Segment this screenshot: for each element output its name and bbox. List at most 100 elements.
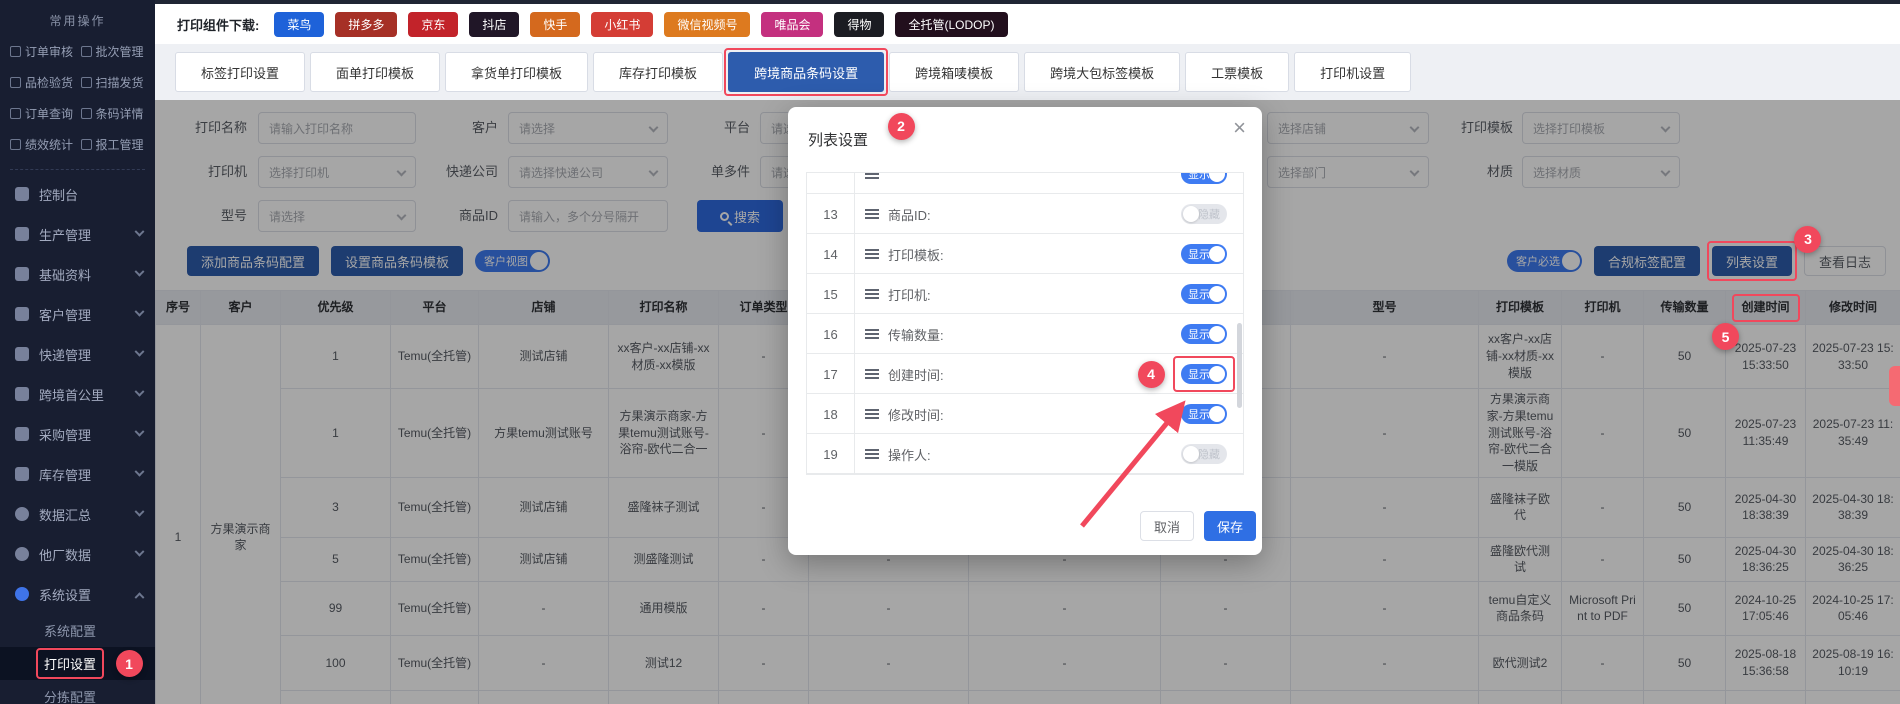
drag-handle-icon[interactable]: [865, 408, 879, 420]
quick-action-label: 批次管理: [95, 45, 144, 59]
quick-action-label: 订单查询: [25, 107, 74, 121]
column-toggle-row: 19 操作人: 隐藏: [807, 434, 1243, 474]
chevron-down-icon: [134, 306, 145, 317]
visibility-toggle[interactable]: 隐藏: [1181, 444, 1227, 464]
other-factory-icon: [15, 547, 29, 561]
tab-item[interactable]: 拿货单打印模板: [445, 52, 589, 92]
chevron-down-icon: [134, 546, 145, 557]
column-toggle-row: 14 打印模板: 显示: [807, 234, 1243, 274]
quick-action-item[interactable]: 批次管理: [80, 43, 152, 60]
sidebar-item[interactable]: 采购管理: [0, 414, 155, 454]
column-name-label: 操作人:: [888, 447, 931, 463]
sidebar-submenu: 系统配置打印设置分拣配置员工权限管理: [0, 614, 155, 704]
sidebar-subitem-print-settings[interactable]: 打印设置: [0, 647, 155, 680]
app-window: 常用操作 订单审核 批次管理品检验货 扫描发货订单查询 条码详情绩效统计 报工管理 控制…: [0, 0, 1900, 704]
platform-download-button[interactable]: 抖店: [469, 11, 520, 37]
quick-action-label: 订单审核: [25, 45, 74, 59]
visibility-toggle[interactable]: 显示: [1181, 173, 1227, 184]
platform-download-button[interactable]: 全托管(LODOP): [895, 11, 1008, 37]
tab-item[interactable]: 跨境箱唛模板: [889, 52, 1020, 92]
scrollbar-thumb[interactable]: [1237, 323, 1242, 408]
sidebar-item[interactable]: 生产管理: [0, 214, 155, 254]
quick-action-item[interactable]: 条码详情: [80, 105, 152, 122]
platform-download-button[interactable]: 拼多多: [335, 11, 398, 37]
column-order-number: 17: [807, 354, 855, 394]
tab-bar: 标签打印设置 面单打印模板 拿货单打印模板 库存打印模板 跨境商品条码设置 跨境箱唛模板跨…: [155, 44, 1900, 100]
column-order-number: 16: [807, 314, 855, 354]
drag-handle-icon[interactable]: [865, 208, 879, 220]
system-settings-icon: [15, 587, 29, 601]
sidebar-item-label: 控制台: [39, 187, 79, 203]
sidebar-item[interactable]: 客户管理: [0, 294, 155, 334]
chevron-up-icon: [134, 591, 145, 602]
column-order-number: 13: [807, 194, 855, 234]
platform-download-button[interactable]: 唯品会: [761, 11, 824, 37]
tab-item[interactable]: 面单打印模板: [310, 52, 441, 92]
drag-handle-icon[interactable]: [865, 328, 879, 340]
quick-actions-grid: 订单审核 批次管理品检验货 扫描发货订单查询 条码详情绩效统计 报工管理: [0, 29, 155, 153]
visibility-toggle[interactable]: 隐藏: [1181, 204, 1227, 224]
sidebar-item[interactable]: 他厂数据: [0, 534, 155, 574]
platform-download-button[interactable]: 菜鸟: [274, 11, 325, 37]
column-name-label: 修改时间:: [888, 407, 944, 423]
column-order-number: 18: [807, 394, 855, 434]
visibility-toggle[interactable]: 显示: [1181, 364, 1227, 384]
column-name-label: 传输数量:: [888, 327, 944, 343]
topbar: 打印组件下载: 菜鸟 拼多多 京东 抖店 快手 小红书 微信视频号 唯品会 得物 全托管(LODO…: [155, 4, 1900, 44]
save-button[interactable]: 保存: [1204, 511, 1256, 541]
sidebar-subitem[interactable]: 系统配置: [0, 614, 155, 647]
visibility-toggle[interactable]: 显示: [1181, 284, 1227, 304]
list-settings-modal: 列表设置 × 显示 13 商品ID: 隐藏 14 打印模板: 显示 15 打印机: 显示 16 传输数…: [788, 107, 1262, 555]
visibility-toggle[interactable]: 显示: [1181, 244, 1227, 264]
quick-action-label: 报工管理: [95, 138, 144, 152]
drag-handle-icon[interactable]: [865, 173, 879, 180]
platform-download-button[interactable]: 得物: [834, 11, 885, 37]
quick-action-item[interactable]: 订单查询: [10, 105, 81, 122]
sidebar-item[interactable]: 快递管理: [0, 334, 155, 374]
quick-action-item[interactable]: 报工管理: [80, 136, 152, 153]
tab-item[interactable]: 标签打印设置: [175, 52, 306, 92]
drag-handle-icon[interactable]: [865, 288, 879, 300]
sidebar-item[interactable]: 系统设置: [0, 574, 155, 614]
sidebar-item-label: 生产管理: [39, 227, 92, 243]
production-icon: [15, 227, 29, 241]
quick-action-item[interactable]: 品检验货: [10, 74, 81, 91]
sidebar-item[interactable]: 数据汇总: [0, 494, 155, 534]
cancel-button[interactable]: 取消: [1140, 511, 1194, 541]
platform-download-button[interactable]: 京东: [408, 11, 459, 37]
platform-download-button[interactable]: 小红书: [591, 11, 654, 37]
quick-action-label: 条码详情: [95, 107, 144, 121]
inventory-manage-icon: [15, 467, 29, 481]
tab-cross-border-barcode-active[interactable]: 跨境商品条码设置: [728, 52, 885, 92]
platform-download-button[interactable]: 微信视频号: [664, 11, 751, 37]
sidebar-item[interactable]: 跨境首公里: [0, 374, 155, 414]
tab-item[interactable]: 打印机设置: [1294, 52, 1412, 92]
column-name-label: 商品ID:: [888, 207, 931, 223]
chevron-down-icon: [134, 426, 145, 437]
sidebar-item[interactable]: 基础资料: [0, 254, 155, 294]
sidebar-item-label: 快递管理: [39, 347, 92, 363]
side-drawer-handle[interactable]: [1889, 366, 1900, 406]
quick-action-item[interactable]: 绩效统计: [10, 136, 81, 153]
drag-handle-icon[interactable]: [865, 448, 879, 460]
drag-handle-icon[interactable]: [865, 368, 879, 380]
tab-item[interactable]: 工票模板: [1185, 52, 1290, 92]
close-icon[interactable]: ×: [1233, 117, 1246, 139]
sidebar-item-label: 基础资料: [39, 267, 92, 283]
column-order-number: 14: [807, 234, 855, 274]
sidebar-item[interactable]: 控制台: [0, 174, 155, 214]
sidebar-item[interactable]: 库存管理: [0, 454, 155, 494]
batch-manage-icon: [80, 46, 92, 57]
sidebar-item-label: 客户管理: [39, 307, 92, 323]
tab-item[interactable]: 库存打印模板: [593, 52, 724, 92]
sidebar-subitem[interactable]: 分拣配置: [0, 680, 155, 704]
tab-item[interactable]: 跨境大包标签模板: [1024, 52, 1181, 92]
quick-action-item[interactable]: 扫描发货: [80, 74, 152, 91]
quick-action-item[interactable]: 订单审核: [10, 43, 81, 60]
visibility-toggle[interactable]: 显示: [1181, 324, 1227, 344]
drag-handle-icon[interactable]: [865, 248, 879, 260]
platform-download-button[interactable]: 快手: [530, 11, 581, 37]
column-name-label: 打印机:: [888, 287, 931, 303]
visibility-toggle[interactable]: 显示: [1181, 404, 1227, 424]
sidebar-section-title: 常用操作: [49, 14, 106, 28]
